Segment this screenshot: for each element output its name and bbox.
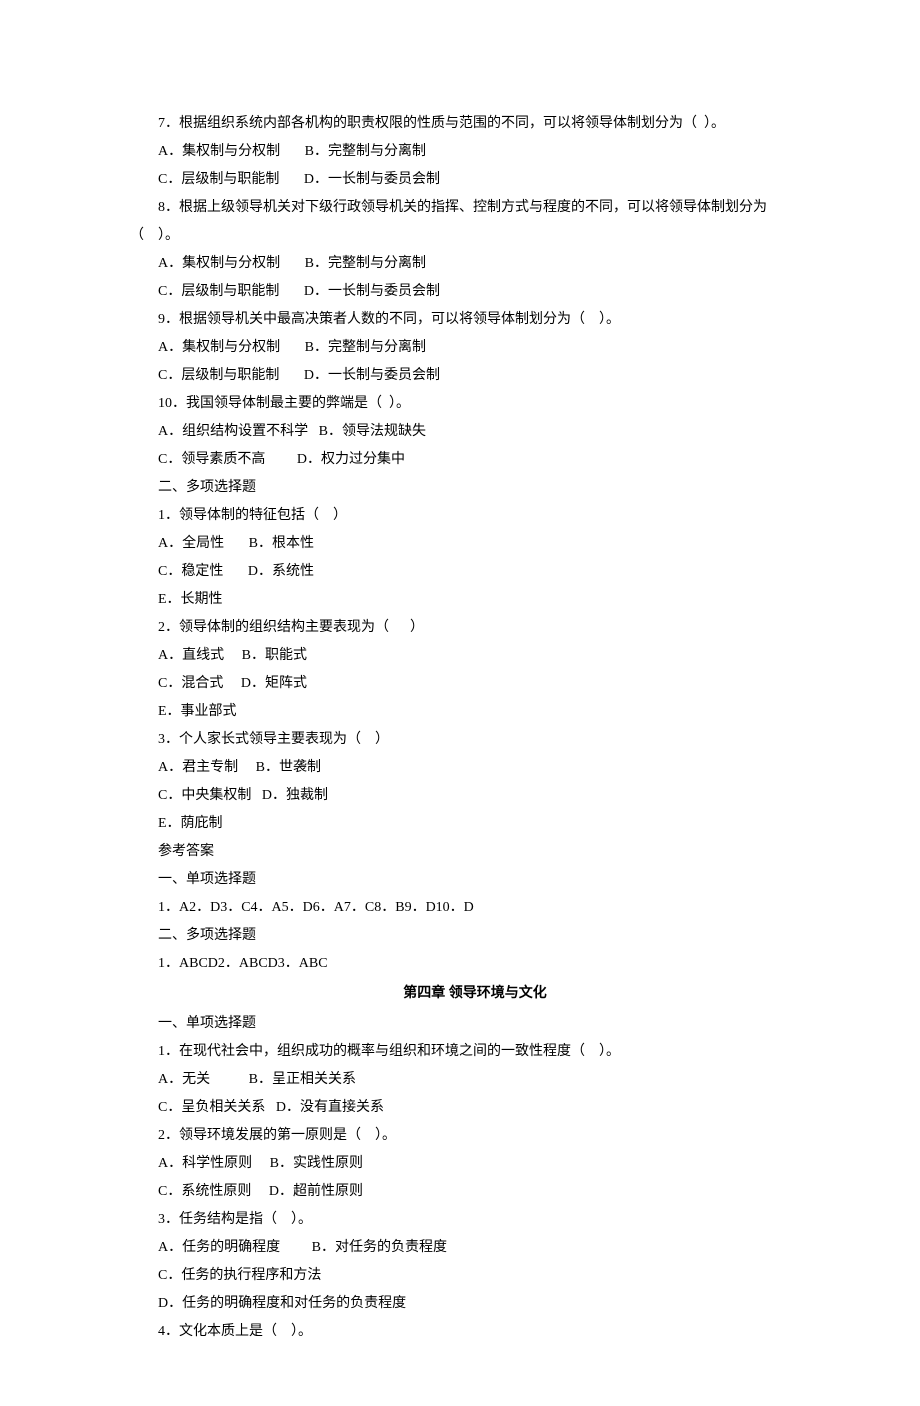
- chapter-title: 第四章 领导环境与文化: [130, 980, 820, 1008]
- text-line: 10．我国领导体制最主要的弊端是（ ）。: [130, 390, 820, 418]
- text-line: A．集权制与分权制 B．完整制与分离制: [130, 250, 820, 278]
- text-line: A．全局性 B．根本性: [130, 530, 820, 558]
- text-line: （ ）。: [130, 222, 820, 250]
- text-line: 1．ABCD2．ABCD3．ABC: [130, 950, 820, 978]
- text-line: E．事业部式: [130, 698, 820, 726]
- text-line: 一、单项选择题: [130, 866, 820, 894]
- text-line: A．无关 B．呈正相关关系: [130, 1066, 820, 1094]
- text-line: 3．任务结构是指（ ）。: [130, 1206, 820, 1234]
- text-line: 3．个人家长式领导主要表现为（ ）: [130, 726, 820, 754]
- text-line: C．领导素质不高 D．权力过分集中: [130, 446, 820, 474]
- text-line: A．组织结构设置不科学 B．领导法规缺失: [130, 418, 820, 446]
- text-line: A．君主专制 B．世袭制: [130, 754, 820, 782]
- text-line: D．任务的明确程度和对任务的负责程度: [130, 1290, 820, 1318]
- text-line: C．混合式 D．矩阵式: [130, 670, 820, 698]
- text-line: 2．领导环境发展的第一原则是（ ）。: [130, 1122, 820, 1150]
- text-line: C．层级制与职能制 D．一长制与委员会制: [130, 362, 820, 390]
- text-line: 2．领导体制的组织结构主要表现为（ ）: [130, 614, 820, 642]
- text-line: 1．在现代社会中，组织成功的概率与组织和环境之间的一致性程度（ ）。: [130, 1038, 820, 1066]
- text-line: A．科学性原则 B．实践性原则: [130, 1150, 820, 1178]
- text-line: 9．根据领导机关中最高决策者人数的不同，可以将领导体制划分为（ ）。: [130, 306, 820, 334]
- text-line: 一、单项选择题: [130, 1010, 820, 1038]
- text-line: C．层级制与职能制 D．一长制与委员会制: [130, 166, 820, 194]
- text-line: 二、多项选择题: [130, 922, 820, 950]
- text-line: A．任务的明确程度 B．对任务的负责程度: [130, 1234, 820, 1262]
- text-line: C．层级制与职能制 D．一长制与委员会制: [130, 278, 820, 306]
- text-line: 4．文化本质上是（ ）。: [130, 1318, 820, 1346]
- text-line: 二、多项选择题: [130, 474, 820, 502]
- text-line: 1．A2．D3．C4．A5．D6．A7．C8．B9．D10．D: [130, 894, 820, 922]
- text-line: 8．根据上级领导机关对下级行政领导机关的指挥、控制方式与程度的不同，可以将领导体…: [130, 194, 820, 222]
- text-line: A．直线式 B．职能式: [130, 642, 820, 670]
- text-line: C．稳定性 D．系统性: [130, 558, 820, 586]
- text-line: 7．根据组织系统内部各机构的职责权限的性质与范围的不同，可以将领导体制划分为（ …: [130, 110, 820, 138]
- text-line: A．集权制与分权制 B．完整制与分离制: [130, 138, 820, 166]
- text-line: C．任务的执行程序和方法: [130, 1262, 820, 1290]
- text-line: A．集权制与分权制 B．完整制与分离制: [130, 334, 820, 362]
- text-line: 1．领导体制的特征包括（ ）: [130, 502, 820, 530]
- text-line: E．长期性: [130, 586, 820, 614]
- text-line: C．呈负相关关系 D．没有直接关系: [130, 1094, 820, 1122]
- text-line: C．中央集权制 D．独裁制: [130, 782, 820, 810]
- text-line: C．系统性原则 D．超前性原则: [130, 1178, 820, 1206]
- text-line: E．荫庇制: [130, 810, 820, 838]
- text-line: 参考答案: [130, 838, 820, 866]
